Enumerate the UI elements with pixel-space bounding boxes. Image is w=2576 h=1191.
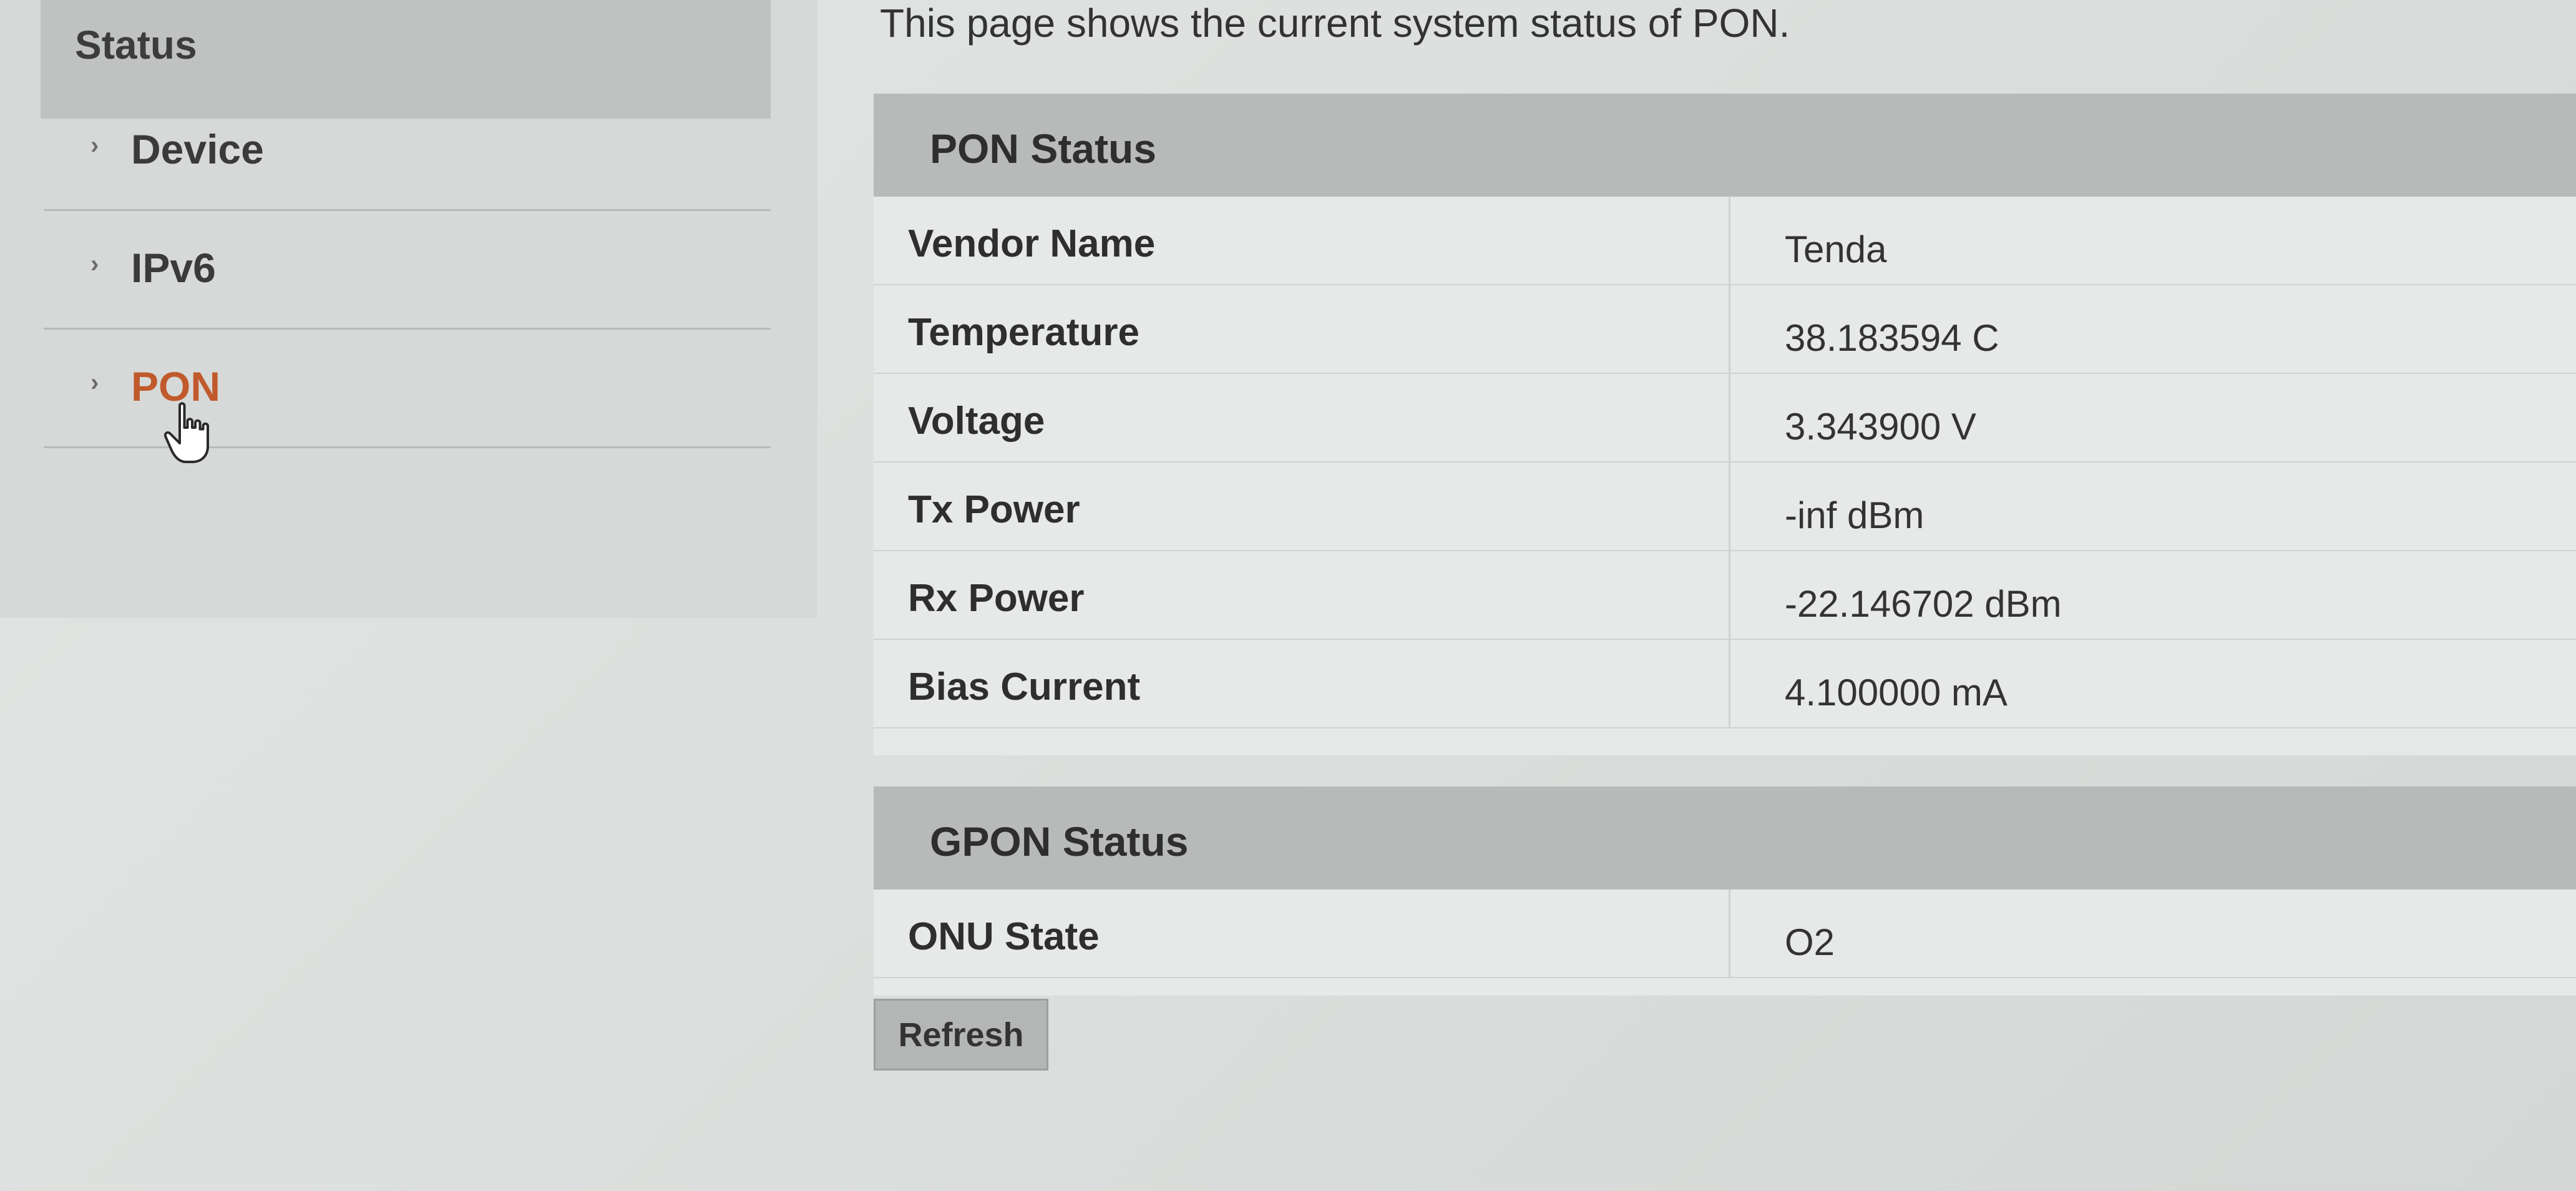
gpon-status-panel: GPON Status ONU State O2 <box>874 787 2576 996</box>
status-row-vendor-name: Vendor Name Tenda <box>874 197 2576 285</box>
page-description: This page shows the current system statu… <box>880 1 1790 46</box>
column-divider <box>1729 890 1730 977</box>
row-label: Vendor Name <box>908 222 1156 265</box>
sidebar-item-ipv6[interactable]: › IPv6 <box>44 222 771 330</box>
column-divider <box>1729 640 1730 727</box>
row-value: 38.183594 C <box>1785 317 1999 359</box>
row-value: O2 <box>1785 921 1835 963</box>
row-value: 4.100000 mA <box>1785 672 2008 713</box>
sidebar-header: Status <box>41 0 771 119</box>
row-label: Voltage <box>908 399 1045 443</box>
column-divider <box>1729 285 1730 373</box>
row-value: 3.343900 V <box>1785 406 1976 448</box>
row-value: Tenda <box>1785 228 1887 270</box>
column-divider <box>1729 374 1730 461</box>
gpon-status-header: GPON Status <box>874 787 2576 890</box>
row-value: -inf dBm <box>1785 494 1925 536</box>
status-row-temperature: Temperature 38.183594 C <box>874 285 2576 374</box>
status-row-onu-state: ONU State O2 <box>874 890 2576 978</box>
sidebar: Status › Device › IPv6 › PON <box>0 0 817 618</box>
row-value: -22.146702 dBm <box>1785 583 2062 625</box>
sidebar-item-label: Device <box>131 126 264 172</box>
chevron-right-icon: › <box>90 132 99 159</box>
panel-title: PON Status <box>930 125 1157 172</box>
row-label: Bias Current <box>908 665 1141 708</box>
hand-cursor-icon <box>163 402 209 463</box>
row-label: Rx Power <box>908 577 1085 620</box>
status-row-bias-current: Bias Current 4.100000 mA <box>874 640 2576 728</box>
sidebar-item-pon[interactable]: › PON <box>44 340 771 448</box>
status-row-tx-power: Tx Power -inf dBm <box>874 463 2576 551</box>
pon-status-header: PON Status <box>874 94 2576 197</box>
column-divider <box>1729 463 1730 550</box>
column-divider <box>1729 197 1730 284</box>
sidebar-item-label: IPv6 <box>131 245 216 291</box>
row-label: Tx Power <box>908 488 1080 531</box>
row-label: ONU State <box>908 915 1100 958</box>
pon-status-panel: PON Status Vendor Name Tenda Temperature… <box>874 94 2576 755</box>
panel-title: GPON Status <box>930 818 1189 865</box>
status-row-rx-power: Rx Power -22.146702 dBm <box>874 551 2576 640</box>
row-label: Temperature <box>908 311 1139 354</box>
column-divider <box>1729 551 1730 639</box>
status-row-voltage: Voltage 3.343900 V <box>874 374 2576 463</box>
sidebar-item-device[interactable]: › Device <box>44 103 771 211</box>
chevron-right-icon: › <box>90 250 99 278</box>
chevron-right-icon: › <box>90 369 99 396</box>
refresh-button[interactable]: Refresh <box>874 999 1048 1071</box>
sidebar-header-title: Status <box>75 22 197 67</box>
